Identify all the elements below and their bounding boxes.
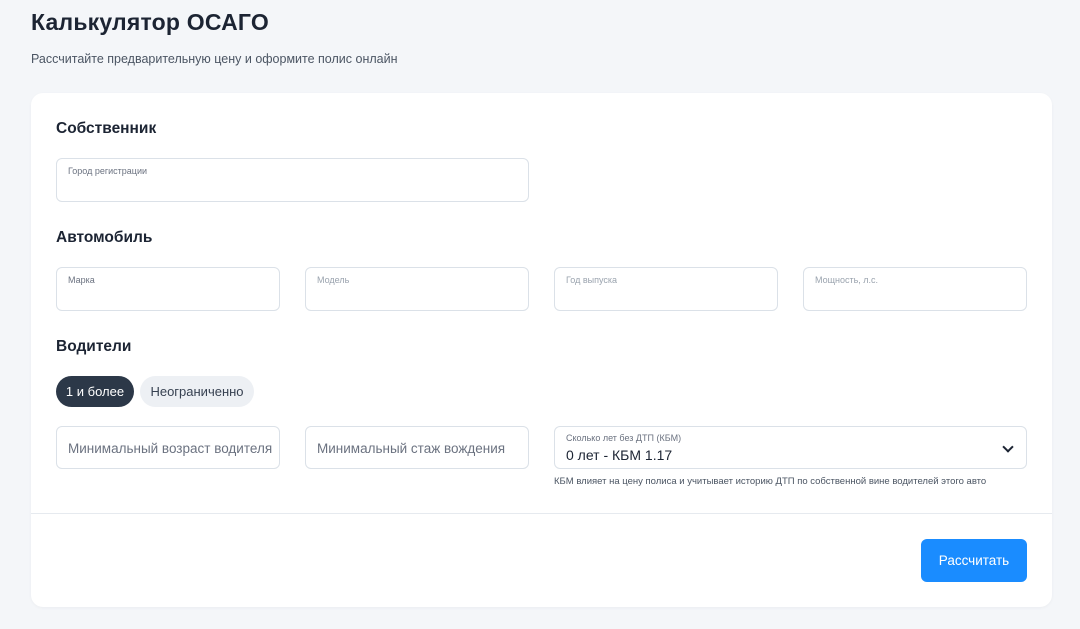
car-year-label: Год выпуска: [566, 275, 617, 285]
car-power-label: Мощность, л.с.: [815, 275, 879, 285]
calculate-button[interactable]: Рассчитать: [921, 539, 1027, 582]
kbm-selected-value: 0 лет - КБМ 1.17: [566, 447, 673, 463]
drivers-section-title: Водители: [56, 338, 132, 355]
drivers-limited-toggle[interactable]: 1 и более: [56, 376, 134, 407]
registration-city-field[interactable]: Город регистрации: [56, 158, 529, 202]
min-driving-experience-input[interactable]: Минимальный стаж вождения: [305, 426, 529, 469]
car-brand-label: Марка: [68, 275, 95, 285]
chevron-down-icon: [1002, 441, 1014, 453]
kbm-hint: КБМ влияет на цену полиса и учитывает ис…: [554, 476, 987, 487]
min-driving-experience-placeholder: Минимальный стаж вождения: [317, 441, 506, 456]
car-year-field[interactable]: Год выпуска: [554, 267, 778, 311]
kbm-select[interactable]: Сколько лет без ДТП (КБМ) 0 лет - КБМ 1.…: [554, 426, 1027, 469]
kbm-select-label: Сколько лет без ДТП (КБМ): [566, 433, 682, 443]
car-brand-field[interactable]: Марка: [56, 267, 280, 311]
min-driver-age-placeholder: Минимальный возраст водителя: [68, 441, 273, 456]
owner-section-title: Собственник: [56, 120, 157, 137]
car-section-title: Автомобиль: [56, 229, 153, 246]
car-model-field[interactable]: Модель: [305, 267, 529, 311]
min-driver-age-input[interactable]: Минимальный возраст водителя: [56, 426, 280, 469]
page-subtitle: Рассчитайте предварительную цену и оформ…: [31, 52, 398, 66]
drivers-unlimited-toggle[interactable]: Неограниченно: [140, 376, 254, 407]
registration-city-label: Город регистрации: [68, 166, 148, 176]
footer-divider: [31, 513, 1052, 514]
car-power-field[interactable]: Мощность, л.с.: [803, 267, 1027, 311]
page-title: Калькулятор ОСАГО: [31, 9, 269, 35]
calculator-form-card: Собственник Город регистрации Автомобиль…: [31, 93, 1052, 607]
car-model-label: Модель: [317, 275, 350, 285]
